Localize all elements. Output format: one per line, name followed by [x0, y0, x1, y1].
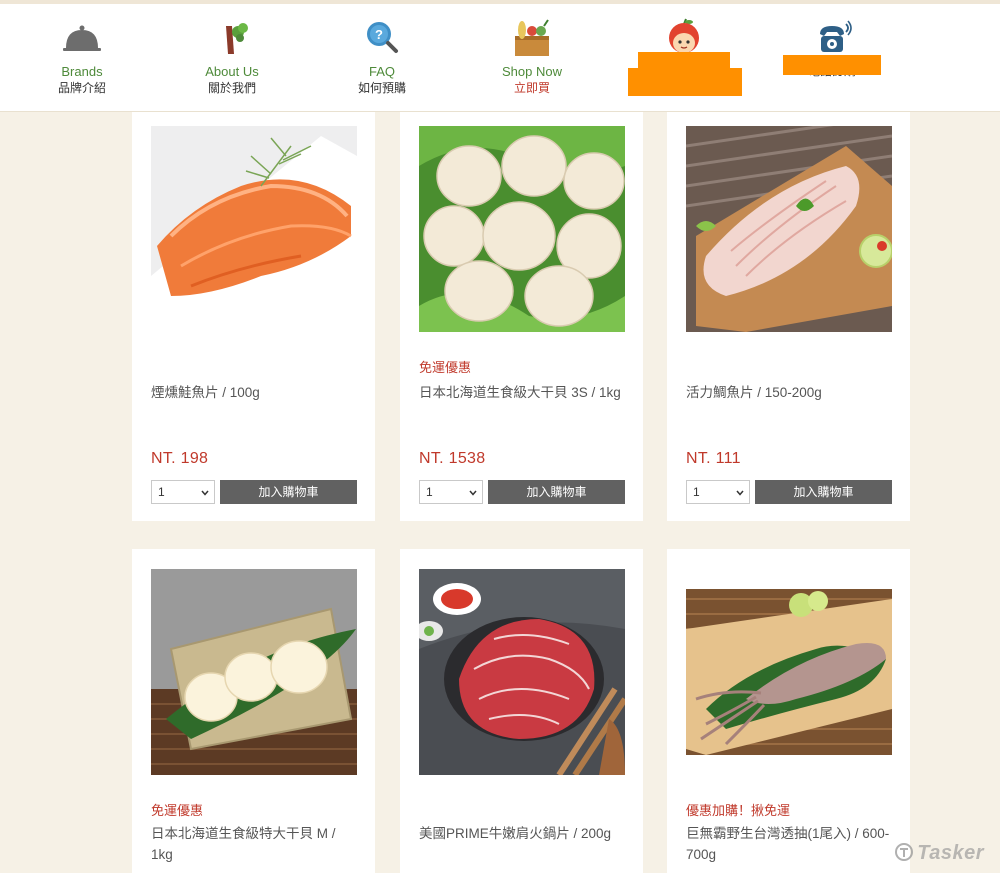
product-name[interactable]: 巨無霸野生台灣透抽(1尾入) / 600-700g	[686, 823, 891, 865]
nav-label-zh: 立即買	[513, 81, 550, 95]
product-price: NT. 111	[686, 450, 741, 467]
chevron-down-icon	[469, 490, 477, 496]
product-image-smoked-salmon[interactable]	[151, 126, 357, 332]
nav-label-zh: 關於我們	[207, 81, 256, 95]
product-image-beef-slices[interactable]	[419, 569, 625, 775]
top-nav: Brands 品牌介紹 About Us 關於我們 ? FAQ 如何預購 Sho…	[0, 4, 1000, 112]
watermark-text: Tasker	[917, 842, 984, 864]
product-name[interactable]: 美國PRIME牛嫩肩火鍋片 / 200g	[419, 823, 624, 844]
quantity-value: 1	[426, 485, 433, 499]
product-image-scallops[interactable]	[419, 126, 625, 332]
product-name[interactable]: 煙燻鮭魚片 / 100g	[151, 382, 356, 403]
promo-tag: 免運優惠	[151, 803, 204, 818]
quantity-select[interactable]: 1	[419, 480, 483, 504]
sprout-icon	[226, 23, 248, 54]
chevron-down-icon	[201, 490, 209, 496]
product-card: 煙燻鮭魚片 / 100g NT. 198 1 加入購物車	[132, 112, 375, 521]
promo-tag: 優惠加購！揪免運	[686, 803, 791, 818]
chevron-down-icon	[736, 490, 744, 496]
promo-tag: 免運優惠	[419, 360, 472, 375]
add-to-cart-button[interactable]: 加入購物車	[220, 480, 357, 504]
quantity-select[interactable]: 1	[151, 480, 215, 504]
tasker-watermark: Tasker	[894, 842, 984, 865]
nav-shop-now[interactable]: Shop Now 立即買	[467, 18, 597, 96]
product-card: 優惠加購！揪免運 巨無霸野生台灣透抽(1尾入) / 600-700g	[667, 549, 910, 873]
cloche-icon	[63, 25, 101, 51]
nav-label-en: Shop Now	[502, 64, 562, 79]
nav-brands[interactable]: Brands 品牌介紹	[17, 18, 147, 96]
redaction-block	[628, 68, 742, 96]
product-name[interactable]: 日本北海道生食級大干貝 3S / 1kg	[419, 382, 624, 403]
add-to-cart-button[interactable]: 加入購物車	[755, 480, 892, 504]
product-name[interactable]: 活力鯛魚片 / 150-200g	[686, 382, 891, 403]
quantity-select[interactable]: 1	[686, 480, 750, 504]
telephone-icon	[820, 20, 852, 52]
question-magnifier-icon: ?	[367, 22, 398, 53]
redaction-block	[783, 55, 881, 75]
add-to-cart-button[interactable]: 加入購物車	[488, 480, 625, 504]
nav-label-en: About Us	[205, 64, 259, 79]
product-card: 活力鯛魚片 / 150-200g NT. 111 1 加入購物車	[667, 112, 910, 521]
product-price: NT. 1538	[419, 450, 486, 467]
nav-faq[interactable]: ? FAQ 如何預購	[317, 18, 447, 96]
product-price: NT. 198	[151, 450, 209, 467]
grocery-box-icon	[515, 19, 549, 56]
quantity-value: 1	[158, 485, 165, 499]
nav-label-zh: 品牌介紹	[57, 81, 106, 95]
tasker-logo-icon	[895, 843, 914, 861]
product-image-squid[interactable]	[686, 589, 892, 755]
nav-label-en: Brands	[61, 64, 103, 79]
nav-label-zh: 如何預購	[357, 81, 406, 95]
product-image-scallops-on-leaf[interactable]	[151, 569, 357, 775]
product-card: 美國PRIME牛嫩肩火鍋片 / 200g	[400, 549, 643, 873]
nav-about-us[interactable]: About Us 關於我們	[167, 18, 297, 96]
svg-text:?: ?	[375, 27, 383, 42]
nav-label-en: FAQ	[368, 64, 395, 79]
product-image-tilapia-fillet[interactable]	[686, 126, 892, 332]
product-card: 免運優惠 日本北海道生食級大干貝 3S / 1kg NT. 1538 1 加入購…	[400, 112, 643, 521]
product-card: 免運優惠 日本北海道生食級特大干貝 M / 1kg	[132, 549, 375, 873]
quantity-value: 1	[693, 485, 700, 499]
product-name[interactable]: 日本北海道生食級特大干貝 M / 1kg	[151, 823, 356, 865]
